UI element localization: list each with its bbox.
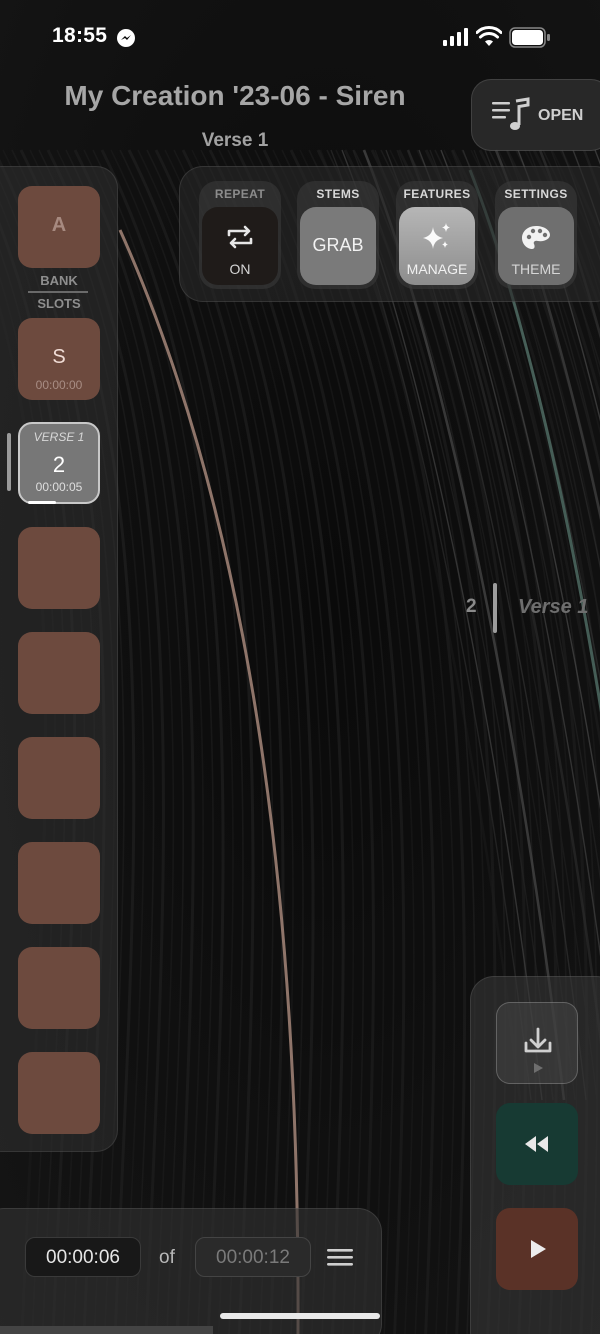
slot-2-progress — [28, 501, 56, 504]
status-time: 18:55 — [52, 24, 108, 47]
open-button-label: OPEN — [538, 107, 584, 124]
settings-control: SETTINGS THEME — [495, 181, 577, 289]
status-bar: 18:55 — [0, 0, 600, 76]
empty-slot-button[interactable] — [18, 737, 100, 819]
bank-a-button[interactable]: A — [18, 186, 100, 268]
home-indicator — [220, 1313, 380, 1319]
section-subtitle: Verse 1 — [201, 130, 269, 151]
download-button[interactable] — [496, 1002, 578, 1084]
play-button[interactable] — [496, 1208, 578, 1290]
slot-2-time: 00:00:05 — [35, 480, 83, 494]
empty-slot-button[interactable] — [18, 527, 100, 609]
signal-icon — [443, 28, 468, 46]
play-icon — [531, 1240, 546, 1258]
sparkles-icon — [423, 223, 450, 249]
empty-slot-button[interactable] — [18, 632, 100, 714]
bank-label: BANK — [40, 273, 78, 288]
slot-s-label: S — [52, 346, 66, 368]
messenger-icon — [117, 29, 135, 47]
empty-slot-button[interactable] — [18, 947, 100, 1029]
time-separator: of — [159, 1247, 175, 1268]
slot-s-button[interactable]: S 00:00:00 — [18, 318, 100, 400]
playhead-marker[interactable] — [493, 583, 497, 633]
marker-number: 2 — [466, 596, 477, 617]
empty-slot-button[interactable] — [18, 842, 100, 924]
features-control: FEATURES MANAGE — [396, 181, 478, 289]
active-slot-indicator — [7, 433, 11, 491]
marker-label: Verse 1 — [518, 596, 589, 618]
wifi-icon — [476, 26, 502, 46]
theme-button[interactable]: THEME — [498, 207, 574, 285]
slot-2-button[interactable]: VERSE 1 2 00:00:05 — [18, 422, 100, 504]
features-value: MANAGE — [406, 261, 468, 277]
stems-value: GRAB — [312, 235, 364, 255]
slots-label: SLOTS — [37, 296, 81, 311]
repeat-control: REPEAT ON — [199, 181, 281, 289]
settings-header: SETTINGS — [504, 187, 568, 201]
slot-2-number: 2 — [52, 452, 66, 477]
repeat-button[interactable]: ON — [202, 207, 278, 285]
bank-letter: A — [51, 214, 67, 236]
open-button[interactable]: OPEN — [471, 79, 600, 151]
features-header: FEATURES — [403, 187, 471, 201]
scroll-track — [0, 1326, 213, 1334]
battery-icon — [509, 27, 550, 48]
rewind-icon — [525, 1136, 548, 1152]
hamburger-menu-icon[interactable] — [326, 1245, 354, 1269]
controls-panel: REPEAT ON STEMS GRAB FEATURES MANAGE SET… — [179, 166, 600, 302]
repeat-icon — [227, 225, 253, 249]
palette-icon — [522, 226, 550, 249]
grab-stems-button[interactable]: GRAB — [300, 207, 376, 285]
slot-s-time: 00:00:00 — [35, 378, 83, 392]
current-time: 00:00:06 — [25, 1237, 141, 1277]
settings-value: THEME — [511, 261, 561, 277]
stems-control: STEMS GRAB — [297, 181, 379, 289]
transport-panel — [470, 976, 600, 1334]
bank-divider — [28, 291, 88, 293]
repeat-header: REPEAT — [214, 187, 266, 201]
download-icon — [524, 1027, 552, 1073]
total-time: 00:00:12 — [195, 1237, 311, 1277]
slot-2-section: VERSE 1 — [33, 430, 85, 444]
repeat-value: ON — [229, 261, 251, 277]
music-list-icon — [492, 97, 530, 130]
manage-features-button[interactable]: MANAGE — [399, 207, 475, 285]
stems-header: STEMS — [316, 187, 360, 201]
song-title: My Creation '23-06 - Siren — [64, 80, 406, 111]
empty-slot-button[interactable] — [18, 1052, 100, 1134]
rewind-button[interactable] — [496, 1103, 578, 1185]
